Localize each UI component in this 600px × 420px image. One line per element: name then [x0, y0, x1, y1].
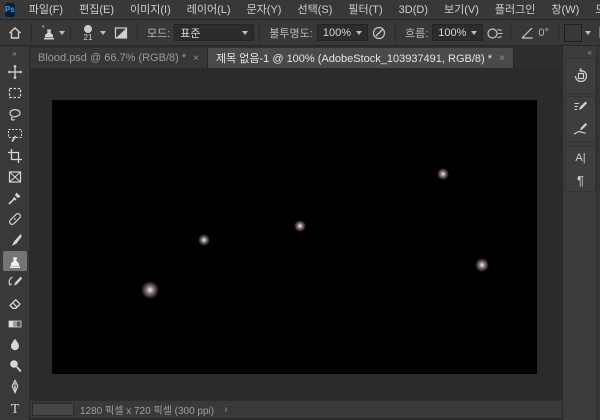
gradient-tool[interactable] — [3, 314, 27, 334]
toolbar-collapse-icon[interactable]: » — [12, 46, 16, 62]
clone-stamp-tool[interactable] — [2, 251, 27, 271]
menu-plugins[interactable]: 플러그인 — [487, 0, 543, 20]
opacity-value: 100% — [322, 26, 351, 39]
status-bar: 1280 픽셀 x 720 픽셀 (300 ppi) › — [30, 400, 562, 418]
move-tool[interactable] — [3, 62, 27, 82]
flow-value: 100% — [438, 26, 467, 39]
menu-view[interactable]: 보기(V) — [436, 0, 487, 20]
menu-type[interactable]: 문자(Y) — [239, 0, 290, 20]
frame-tool[interactable] — [3, 167, 27, 187]
document-workspace[interactable] — [30, 68, 562, 400]
sparkle-flare — [294, 220, 306, 232]
tab-close-icon[interactable]: × — [193, 53, 199, 64]
panel-group-brushes — [565, 96, 596, 142]
brush-preset-picker[interactable]: 21 — [76, 24, 100, 42]
tool-preset-stamp-icon[interactable]: * — [37, 22, 59, 44]
panel-collapse-icon[interactable]: « — [588, 48, 592, 57]
tools-panel: » T — [0, 46, 30, 420]
flow-field[interactable]: 100% — [432, 24, 484, 41]
panel-group-type: A| ¶ — [565, 146, 596, 192]
menu-file[interactable]: 파일(F) — [21, 0, 71, 20]
dodge-tool[interactable] — [3, 356, 27, 376]
tab-close-icon[interactable]: × — [499, 53, 505, 64]
brush-tool[interactable] — [3, 230, 27, 250]
brush-settings-panel-icon[interactable] — [568, 97, 594, 119]
object-selection-tool[interactable] — [3, 125, 27, 145]
pen-tool[interactable] — [3, 377, 27, 397]
menu-bar: Ps 파일(F) 편집(E) 이미지(I) 레이어(L) 문자(Y) 선택(S)… — [0, 0, 600, 20]
rectangular-marquee-tool[interactable] — [3, 83, 27, 103]
type-tool[interactable]: T — [3, 398, 27, 418]
eraser-tool[interactable] — [3, 293, 27, 313]
menu-select[interactable]: 선택(S) — [289, 0, 340, 20]
mode-value: 표준 — [180, 27, 201, 40]
eyedropper-tool[interactable] — [3, 188, 27, 208]
brush-picker-chevron-icon[interactable] — [100, 30, 106, 35]
image-canvas[interactable] — [52, 100, 537, 374]
menu-image[interactable]: 이미지(I) — [122, 0, 179, 20]
home-icon[interactable] — [4, 22, 26, 44]
pattern-swatch[interactable] — [563, 23, 582, 42]
panel-dock-edge — [596, 46, 600, 420]
pressure-opacity-icon[interactable] — [368, 22, 390, 44]
glyph-teo-eo-bar — [471, 163, 495, 300]
flow-label: 흐름: — [404, 27, 429, 40]
photoshop-logo: Ps — [5, 2, 15, 17]
menu-window[interactable]: 창(W) — [543, 0, 587, 20]
status-chevron-icon[interactable]: › — [224, 404, 227, 415]
sparkle-flare — [475, 258, 489, 272]
glyph-geul-giyeok — [95, 164, 222, 218]
sparkle-flare — [141, 281, 159, 299]
options-bar: * 21 모드: 표준 불투명도: 100% 흐름: 100% 0° — [0, 20, 600, 46]
menu-layer[interactable]: 레이어(L) — [179, 0, 239, 20]
history-panel-icon[interactable] — [568, 65, 594, 87]
zoom-level-field[interactable] — [32, 403, 74, 416]
document-dimensions: 1280 픽셀 x 720 픽셀 (300 ppi) — [80, 406, 215, 417]
mode-select[interactable]: 표준 — [174, 24, 255, 41]
glyph-ri-i — [334, 163, 358, 293]
glyph-teo-eo-tick — [447, 221, 471, 239]
glyph-ri-rieul — [232, 167, 320, 290]
paragraph-panel-icon[interactable]: ¶ — [568, 169, 594, 191]
history-brush-tool[interactable] — [3, 272, 27, 292]
panel-dock: « A| ¶ — [562, 46, 600, 420]
document-tab-bar: Blood.psd @ 66.7% (RGB/8) * × 제목 없음-1 @ … — [30, 46, 562, 68]
brush-size-value: 21 — [83, 32, 93, 42]
angle-icon — [516, 22, 538, 44]
panel-group-history — [565, 58, 596, 94]
angle-value[interactable]: 0° — [538, 27, 549, 39]
lasso-tool[interactable] — [3, 104, 27, 124]
tab-untitled-1[interactable]: 제목 없음-1 @ 100% (AdobeStock_103937491, RG… — [207, 48, 514, 68]
menu-help[interactable]: 도움말(H) — [587, 0, 600, 20]
sparkle-flare — [198, 234, 210, 246]
svg-text:T: T — [10, 402, 19, 416]
menu-3d[interactable]: 3D(D) — [391, 0, 436, 20]
tool-preset-chevron-icon[interactable] — [59, 30, 65, 35]
crop-tool[interactable] — [3, 146, 27, 166]
character-panel-icon[interactable]: A| — [568, 147, 594, 169]
mode-label: 모드: — [147, 27, 171, 40]
sparkle-flare — [437, 168, 449, 180]
opacity-field[interactable]: 100% — [316, 24, 368, 41]
glitter-text-art — [92, 163, 495, 307]
svg-text:*: * — [42, 25, 45, 32]
blur-tool[interactable] — [3, 335, 27, 355]
toggle-brush-settings-icon[interactable] — [110, 22, 132, 44]
menu-edit[interactable]: 편집(E) — [71, 0, 122, 20]
opacity-label: 불투명도: — [269, 27, 313, 40]
menu-filter[interactable]: 필터(T) — [340, 0, 390, 20]
photoshop-window: Ps 파일(F) 편집(E) 이미지(I) 레이어(L) 문자(Y) 선택(S)… — [0, 0, 600, 420]
glyph-geul-rieul — [102, 263, 220, 307]
airbrush-icon[interactable] — [483, 22, 505, 44]
glyph-teo-tieut — [368, 165, 450, 300]
pattern-chevron-icon[interactable] — [584, 30, 591, 35]
spot-healing-brush-tool[interactable] — [3, 209, 27, 229]
brushes-panel-icon[interactable] — [568, 119, 594, 141]
tab-blood-psd[interactable]: Blood.psd @ 66.7% (RGB/8) * × — [30, 48, 208, 68]
